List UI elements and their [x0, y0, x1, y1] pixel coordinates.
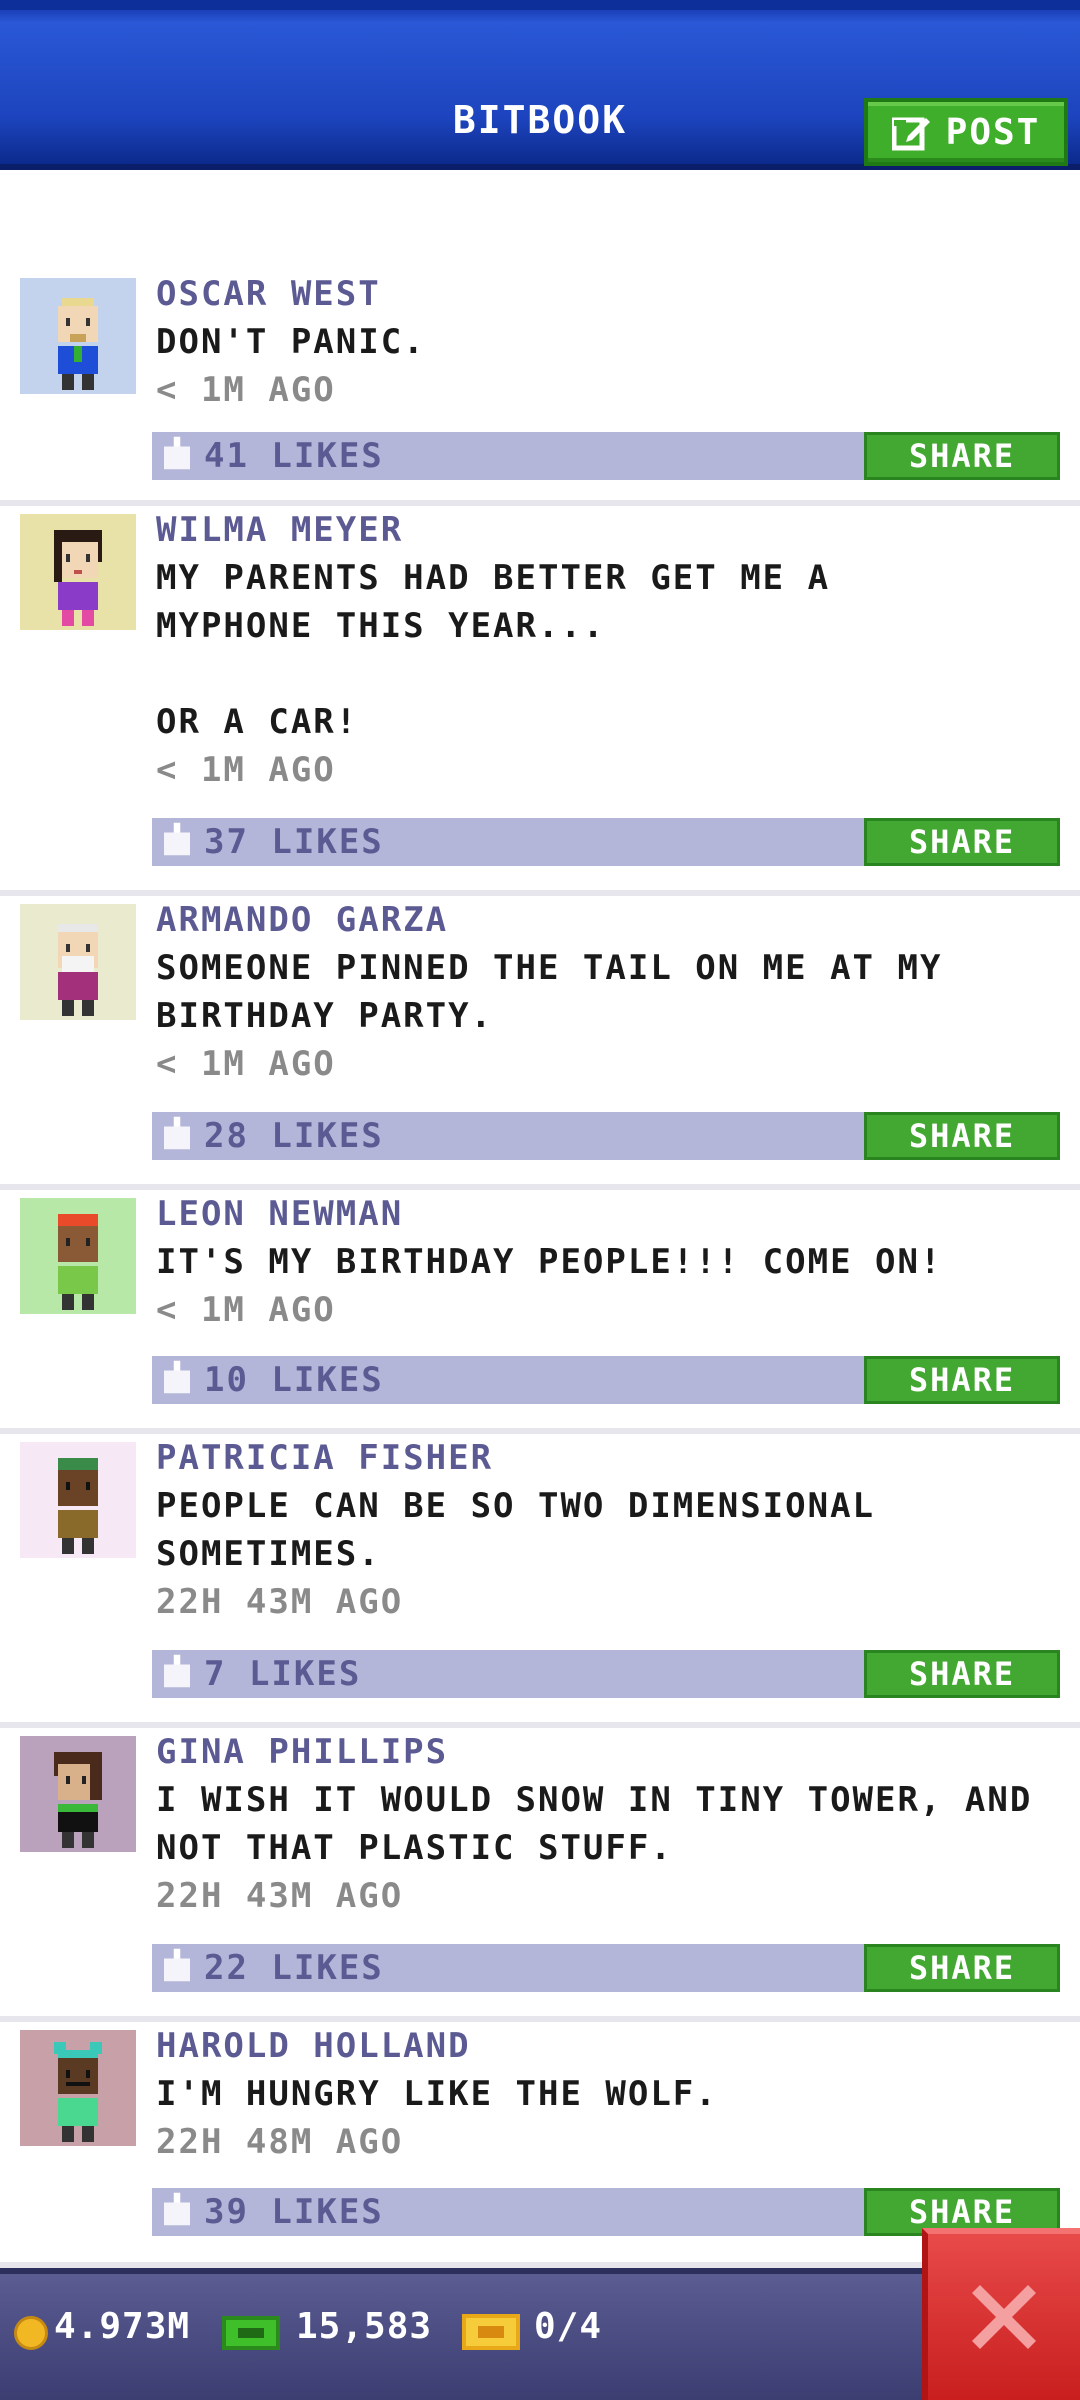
- post-time: < 1M AGO: [156, 750, 336, 790]
- post-button[interactable]: POST: [864, 98, 1068, 166]
- post-time: < 1M AGO: [156, 1044, 336, 1084]
- share-button[interactable]: SHARE: [864, 818, 1060, 866]
- thumbs-up-icon: [164, 1654, 190, 1688]
- edit-icon: [891, 117, 930, 151]
- post-author[interactable]: WILMA MEYER: [156, 506, 1060, 554]
- likes-count: 37 LIKES: [204, 822, 384, 862]
- post-time: < 1M AGO: [156, 1290, 336, 1330]
- likes-bar[interactable]: 41 LIKES SHARE: [152, 432, 1060, 480]
- feed-post: LEON NEWMAN IT'S MY BIRTHDAY PEOPLE!!! C…: [0, 1190, 1080, 1434]
- post-author[interactable]: PATRICIA FISHER: [156, 1434, 1060, 1482]
- person-icon: [54, 530, 102, 626]
- post-time: 22H 48M AGO: [156, 2122, 404, 2162]
- close-button[interactable]: [922, 2228, 1080, 2400]
- likes-count: 7 LIKES: [204, 1654, 362, 1694]
- thumbs-up-icon: [164, 1116, 190, 1150]
- thumbs-up-icon: [164, 1948, 190, 1982]
- close-icon: [972, 2285, 1036, 2349]
- currency-bar: 4.973M 15,583 0/4: [0, 2268, 1080, 2400]
- bux-count: 15,583: [296, 2306, 433, 2347]
- thumbs-up-icon: [164, 1360, 190, 1394]
- post-message: SOMEONE PINNED THE TAIL ON ME AT MY BIRT…: [156, 948, 943, 1036]
- likes-count: 22 LIKES: [204, 1948, 384, 1988]
- post-time: 22H 43M AGO: [156, 1582, 404, 1622]
- avatar: [20, 1736, 136, 1852]
- post-author[interactable]: LEON NEWMAN: [156, 1190, 1060, 1238]
- feed-list: OSCAR WEST DON'T PANIC. < 1M AGO 41 LIKE…: [0, 270, 1080, 2268]
- app-header: BITBOOK POST: [0, 0, 1080, 170]
- coins-count: 4.973M: [54, 2306, 191, 2347]
- person-icon: [58, 298, 98, 390]
- avatar: [20, 904, 136, 1020]
- coin-icon: [14, 2316, 48, 2350]
- person-icon: [58, 1458, 98, 1554]
- post-button-label: POST: [945, 111, 1041, 153]
- post-author[interactable]: OSCAR WEST: [156, 270, 1060, 318]
- post-message: PEOPLE CAN BE SO TWO DIMENSIONAL SOMETIM…: [156, 1486, 876, 1574]
- ticket-icon: [462, 2314, 520, 2350]
- share-button[interactable]: SHARE: [864, 432, 1060, 480]
- likes-bar[interactable]: 28 LIKES SHARE: [152, 1112, 1060, 1160]
- post-message: IT'S MY BIRTHDAY PEOPLE!!! COME ON!: [156, 1242, 943, 1282]
- likes-count: 39 LIKES: [204, 2192, 384, 2232]
- post-author[interactable]: HAROLD HOLLAND: [156, 2022, 1060, 2070]
- share-button[interactable]: SHARE: [864, 1112, 1060, 1160]
- likes-bar[interactable]: 22 LIKES SHARE: [152, 1944, 1060, 1992]
- post-author[interactable]: ARMANDO GARZA: [156, 896, 1060, 944]
- likes-bar[interactable]: 37 LIKES SHARE: [152, 818, 1060, 866]
- avatar: [20, 2030, 136, 2146]
- feed-post: WILMA MEYER MY PARENTS HAD BETTER GET ME…: [0, 506, 1080, 896]
- share-button[interactable]: SHARE: [864, 1944, 1060, 1992]
- feed-post: HAROLD HOLLAND I'M HUNGRY LIKE THE WOLF.…: [0, 2022, 1080, 2268]
- person-icon: [54, 2042, 102, 2142]
- thumbs-up-icon: [164, 2192, 190, 2226]
- post-message: I WISH IT WOULD SNOW IN TINY TOWER, AND …: [156, 1780, 1033, 1868]
- avatar: [20, 1442, 136, 1558]
- thumbs-up-icon: [164, 436, 190, 470]
- post-time: 22H 43M AGO: [156, 1876, 404, 1916]
- post-message: I'M HUNGRY LIKE THE WOLF.: [156, 2074, 718, 2114]
- person-icon: [54, 1752, 102, 1848]
- share-button[interactable]: SHARE: [864, 1650, 1060, 1698]
- post-time: < 1M AGO: [156, 370, 336, 410]
- feed-post: OSCAR WEST DON'T PANIC. < 1M AGO 41 LIKE…: [0, 270, 1080, 506]
- post-author[interactable]: GINA PHILLIPS: [156, 1728, 1060, 1776]
- tickets-count: 0/4: [534, 2306, 603, 2347]
- avatar: [20, 1198, 136, 1314]
- likes-count: 10 LIKES: [204, 1360, 384, 1400]
- likes-bar[interactable]: 10 LIKES SHARE: [152, 1356, 1060, 1404]
- feed-post: PATRICIA FISHER PEOPLE CAN BE SO TWO DIM…: [0, 1434, 1080, 1728]
- likes-count: 41 LIKES: [204, 436, 384, 476]
- post-message: DON'T PANIC.: [156, 322, 426, 362]
- post-message: MY PARENTS HAD BETTER GET ME A MYPHONE T…: [156, 558, 831, 742]
- share-button[interactable]: SHARE: [864, 1356, 1060, 1404]
- feed-post: ARMANDO GARZA SOMEONE PINNED THE TAIL ON…: [0, 896, 1080, 1190]
- person-icon: [58, 1214, 98, 1310]
- person-icon: [58, 924, 98, 1016]
- avatar: [20, 514, 136, 630]
- avatar: [20, 278, 136, 394]
- thumbs-up-icon: [164, 822, 190, 856]
- bux-icon: [222, 2316, 280, 2350]
- feed-post: GINA PHILLIPS I WISH IT WOULD SNOW IN TI…: [0, 1728, 1080, 2022]
- likes-bar[interactable]: 7 LIKES SHARE: [152, 1650, 1060, 1698]
- likes-count: 28 LIKES: [204, 1116, 384, 1156]
